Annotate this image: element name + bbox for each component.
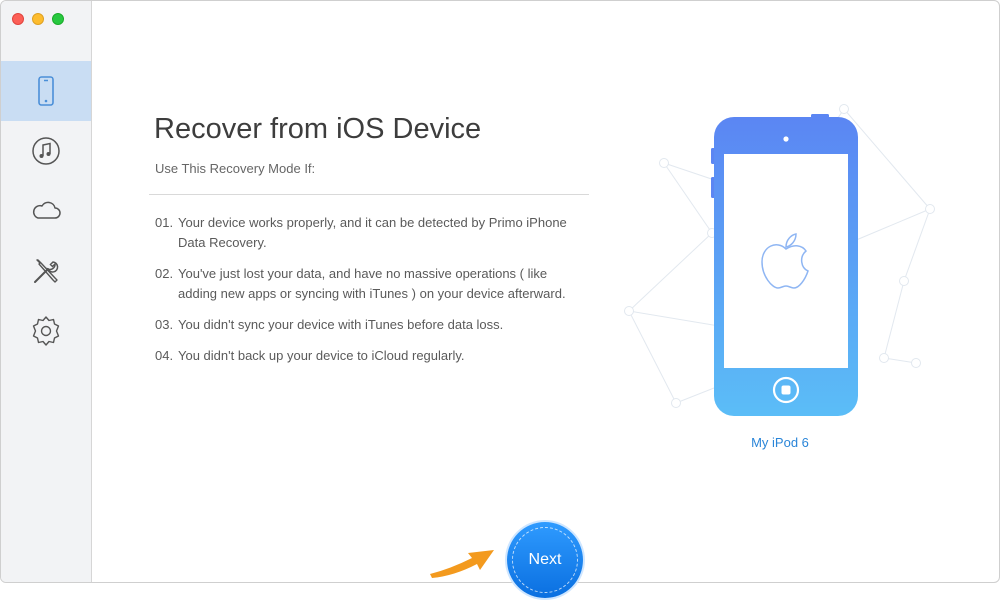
- page-subtitle: Use This Recovery Mode If:: [155, 161, 316, 176]
- reasons-list: 01. Your device works properly, and it c…: [155, 213, 575, 377]
- sidebar-item-itunes[interactable]: [1, 121, 91, 181]
- reason-text: You didn't back up your device to iCloud…: [178, 348, 465, 363]
- list-item: 04. You didn't back up your device to iC…: [155, 346, 575, 366]
- reason-text: You didn't sync your device with iTunes …: [178, 317, 504, 332]
- music-note-icon: [32, 137, 60, 165]
- list-item: 03. You didn't sync your device with iTu…: [155, 315, 575, 335]
- reason-number: 02.: [155, 266, 174, 281]
- reason-number: 03.: [155, 317, 174, 332]
- device-name-label[interactable]: My iPod 6: [705, 435, 855, 450]
- sidebar-item-settings[interactable]: [1, 301, 91, 361]
- sidebar-item-ios-device[interactable]: [1, 61, 91, 121]
- next-button[interactable]: Next: [507, 522, 583, 598]
- divider: [149, 194, 589, 195]
- gear-icon: [32, 316, 60, 346]
- next-button-label: Next: [528, 551, 562, 568]
- maximize-window-button[interactable]: [52, 13, 64, 25]
- list-item: 02. You've just lost your data, and have…: [155, 264, 575, 304]
- sidebar: [1, 1, 92, 582]
- sidebar-item-tools[interactable]: [1, 241, 91, 301]
- iphone-icon: [38, 76, 54, 106]
- ipod-device: [711, 114, 858, 416]
- device-illustration: [624, 104, 935, 416]
- close-window-button[interactable]: [12, 13, 24, 25]
- page-title: Recover from iOS Device: [154, 113, 482, 145]
- reason-number: 01.: [155, 215, 174, 230]
- sidebar-item-icloud[interactable]: [1, 181, 91, 241]
- tools-icon: [34, 259, 59, 283]
- pointer-arrow-icon: [430, 550, 494, 578]
- minimize-window-button[interactable]: [32, 13, 44, 25]
- list-item: 01. Your device works properly, and it c…: [155, 213, 575, 253]
- cloud-icon: [32, 201, 61, 219]
- app-window: Recover from iOS Device Use This Recover…: [0, 0, 1000, 583]
- reason-number: 04.: [155, 348, 174, 363]
- main-panel: Recover from iOS Device Use This Recover…: [92, 1, 999, 582]
- reason-text: You've just lost your data, and have no …: [178, 266, 566, 301]
- reason-text: Your device works properly, and it can b…: [178, 215, 567, 250]
